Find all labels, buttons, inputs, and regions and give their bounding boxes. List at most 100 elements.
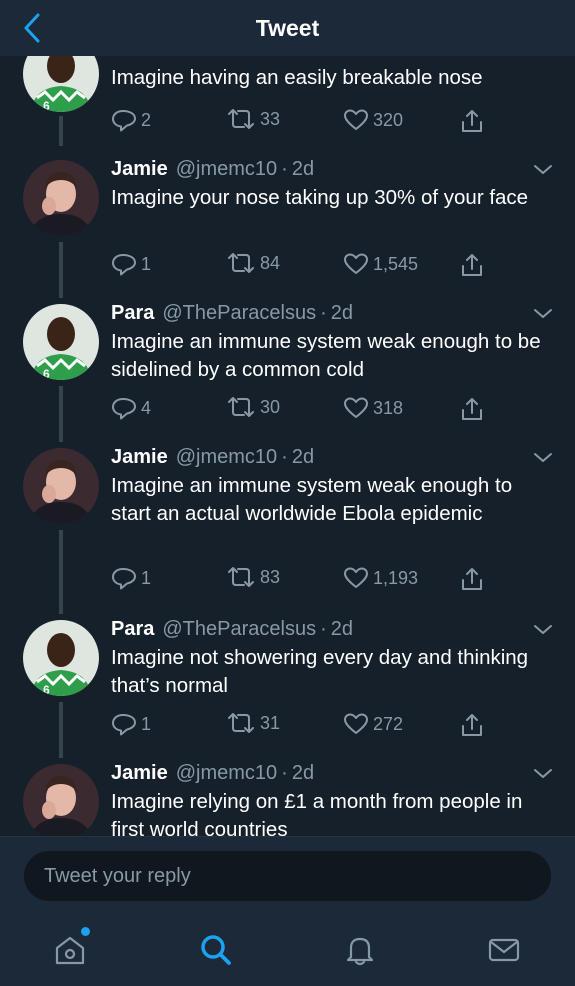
like-button[interactable]: 272 xyxy=(343,712,403,736)
retweet-icon xyxy=(228,713,254,733)
like-button[interactable]: 1,545 xyxy=(343,252,418,276)
separator-dot: · xyxy=(320,302,327,324)
display-name[interactable]: Para xyxy=(111,302,154,325)
reply-button[interactable]: 1 xyxy=(111,712,151,736)
tab-home[interactable] xyxy=(45,925,95,975)
page-title: Tweet xyxy=(255,14,320,41)
avatar[interactable] xyxy=(23,160,99,236)
notifications-icon xyxy=(346,937,374,966)
retweet-button[interactable]: 83 xyxy=(226,566,280,588)
reply-button[interactable]: 1 xyxy=(111,252,151,276)
tweet-header: Para @TheParacelsus · 2d xyxy=(111,302,353,325)
reply-icon xyxy=(112,714,136,736)
reply-count: 2 xyxy=(141,109,152,130)
reply-icon xyxy=(112,398,136,420)
retweet-icon xyxy=(228,397,254,417)
tab-bar xyxy=(0,925,575,975)
user-handle[interactable]: @jmemc10 xyxy=(176,158,277,181)
retweet-count: 83 xyxy=(260,566,281,587)
like-button[interactable]: 320 xyxy=(343,108,403,132)
avatar[interactable] xyxy=(23,448,99,524)
timestamp: 2d xyxy=(291,158,315,180)
like-count: 320 xyxy=(373,109,404,130)
separator-dot: · xyxy=(320,618,327,640)
notification-dot xyxy=(81,927,90,936)
tab-messages[interactable] xyxy=(479,925,529,975)
chevron-down-icon[interactable] xyxy=(530,622,556,638)
heart-icon xyxy=(344,253,368,274)
reply-button[interactable]: 2 xyxy=(111,108,151,132)
thread-line xyxy=(59,530,63,614)
share-button[interactable] xyxy=(459,566,485,592)
chevron-left-icon xyxy=(24,13,40,43)
display-name[interactable]: Jamie xyxy=(111,446,168,469)
avatar[interactable]: 6 xyxy=(23,304,99,380)
avatar-jamie-icon xyxy=(23,160,99,236)
tweet-actions: 2 33 320 xyxy=(111,108,551,138)
tweet-header: Jamie @jmemc10 · 2d xyxy=(111,762,314,785)
retweet-button[interactable]: 30 xyxy=(226,396,280,418)
tweet-actions: 4 30 318 xyxy=(111,396,551,426)
share-button[interactable] xyxy=(459,108,485,134)
svg-text:6: 6 xyxy=(43,99,50,112)
tweet-text: Imagine not showering every day and thin… xyxy=(111,646,529,697)
avatar[interactable] xyxy=(23,764,99,836)
tab-search[interactable] xyxy=(191,925,241,975)
svg-text:6: 6 xyxy=(43,683,50,696)
tweet[interactable]: 6 Para @TheParacelsus · 2d Imagine an im… xyxy=(0,300,575,442)
avatar[interactable]: 6 xyxy=(23,620,99,696)
share-button[interactable] xyxy=(459,396,485,422)
top-bar: Tweet xyxy=(0,0,575,56)
retweet-button[interactable]: 84 xyxy=(226,252,280,274)
bottom-bar: Tweet your reply xyxy=(0,836,575,986)
chevron-down-icon[interactable] xyxy=(530,450,556,466)
avatar-para-icon: 6 xyxy=(23,304,99,380)
user-handle[interactable]: @jmemc10 xyxy=(176,446,277,469)
chevron-down-icon[interactable] xyxy=(530,306,556,322)
like-button[interactable]: 1,193 xyxy=(343,566,418,590)
search-icon xyxy=(201,935,231,965)
tweet[interactable]: Jamie @jmemc10 · 2d Imagine relying on £… xyxy=(0,760,575,836)
tweet-text: Imagine an immune system weak enough to … xyxy=(111,330,541,381)
retweet-button[interactable]: 31 xyxy=(226,712,280,734)
timestamp: 2d xyxy=(291,762,315,784)
tweet-header: Para @TheParacelsus · 2d xyxy=(111,618,353,641)
share-icon xyxy=(462,398,482,420)
display-name[interactable]: Jamie xyxy=(111,762,168,785)
reply-icon xyxy=(112,568,136,590)
reply-icon xyxy=(112,254,136,276)
retweet-button[interactable]: 33 xyxy=(226,108,280,130)
display-name[interactable]: Para xyxy=(111,618,154,641)
reply-button[interactable]: 4 xyxy=(111,396,151,420)
share-button[interactable] xyxy=(459,712,485,738)
reply-button[interactable]: 1 xyxy=(111,566,151,590)
reply-count: 4 xyxy=(141,397,152,418)
tweet-actions: 1 31 272 xyxy=(111,712,551,742)
retweet-icon xyxy=(228,253,254,273)
like-button[interactable]: 318 xyxy=(343,396,403,420)
chevron-down-icon[interactable] xyxy=(530,162,556,178)
display-name[interactable]: Jamie xyxy=(111,158,168,181)
tweet[interactable]: Jamie @jmemc10 · 2d Imagine your nose ta… xyxy=(0,156,575,298)
share-icon xyxy=(462,568,482,590)
separator-dot: · xyxy=(281,446,288,468)
tweet[interactable]: 6 Imagine having an easily breakable nos… xyxy=(0,56,575,146)
reply-icon xyxy=(112,110,136,132)
user-handle[interactable]: @TheParacelsus xyxy=(162,302,316,325)
avatar-jamie-icon xyxy=(23,448,99,524)
reply-input[interactable]: Tweet your reply xyxy=(24,851,551,901)
retweet-count: 84 xyxy=(260,252,281,273)
tweet[interactable]: Jamie @jmemc10 · 2d Imagine an immune sy… xyxy=(0,444,575,614)
tweet[interactable]: 6 Para @TheParacelsus · 2d Imagine not s… xyxy=(0,616,575,758)
user-handle[interactable]: @jmemc10 xyxy=(176,762,277,785)
svg-text:6: 6 xyxy=(43,367,50,380)
back-button[interactable] xyxy=(18,12,46,44)
user-handle[interactable]: @TheParacelsus xyxy=(162,618,316,641)
avatar[interactable]: 6 xyxy=(23,56,99,112)
tab-notifications[interactable] xyxy=(335,925,385,975)
tweet-text: Imagine your nose taking up 30% of your … xyxy=(111,186,529,209)
chevron-down-icon[interactable] xyxy=(530,766,556,782)
reply-count: 1 xyxy=(141,567,152,588)
thread-line xyxy=(59,242,63,298)
share-button[interactable] xyxy=(459,252,485,278)
